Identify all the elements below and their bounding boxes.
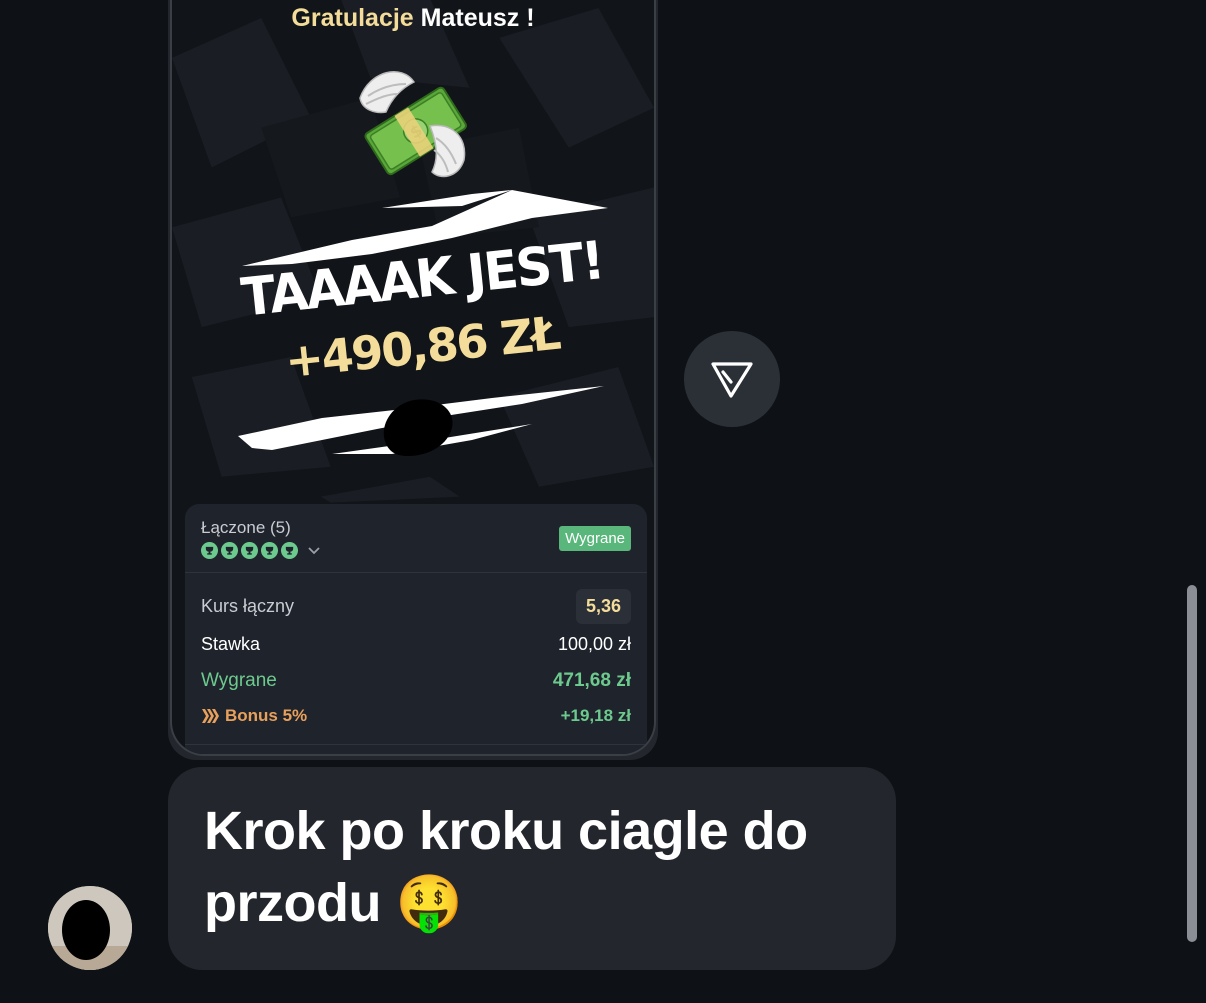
odds-label: Kurs łączny (201, 595, 295, 616)
greeting-name: Mateusz ! (420, 4, 535, 32)
bonus-value: +19,18 zł (560, 706, 631, 725)
bonus-row: Bonus 5% +19,18 zł (201, 706, 631, 726)
status-badge: Wygrane (559, 526, 631, 551)
bet-header: Łączone (5) (201, 518, 321, 559)
forward-button[interactable] (684, 331, 780, 427)
stake-row: Stawka 100,00 zł (201, 634, 631, 655)
divider (185, 572, 647, 573)
image-message-bubble[interactable]: Gratulacje Mateusz ! $ (168, 0, 658, 760)
trophy-icon (221, 542, 238, 559)
winnings-value: 471,68 zł (552, 670, 631, 691)
message-text: Krok po kroku ciagle do przodu 🤑 (204, 801, 808, 933)
odds-row: Kurs łączny 5,36 (201, 588, 631, 624)
trophy-icon (261, 542, 278, 559)
legs-indicator (201, 542, 321, 559)
greeting: Gratulacje Mateusz ! (172, 4, 654, 33)
odds-value: 5,36 (575, 588, 631, 624)
divider (185, 744, 647, 745)
stake-label: Stawka (201, 634, 261, 654)
money-with-wings-icon: $ (359, 71, 467, 178)
greeting-prefix: Gratulacje (291, 4, 414, 32)
trophy-icon (281, 542, 298, 559)
avatar-redacted (48, 886, 132, 970)
forward-share-icon (711, 362, 753, 398)
winnings-label: Wygrane (201, 670, 277, 691)
trophy-icon (201, 542, 218, 559)
bonus-chevrons-icon (202, 709, 219, 723)
text-message-bubble[interactable]: Krok po kroku ciagle do przodu 🤑 (168, 767, 896, 970)
winnings-row: Wygrane 471,68 zł (201, 670, 631, 692)
chevron-down-icon (308, 546, 320, 554)
avatar[interactable] (48, 886, 132, 970)
stake-value: 100,00 zł (557, 634, 631, 654)
bonus-label: Bonus 5% (225, 706, 308, 725)
trophy-icon (241, 542, 258, 559)
scrollbar[interactable] (1187, 585, 1197, 942)
bet-screenshot: Gratulacje Mateusz ! $ (170, 0, 656, 756)
redaction-blob (383, 399, 453, 456)
bet-slip-card: Łączone (5) Wygrane Kurs łączny 5,36 Sta… (185, 504, 647, 754)
bet-type: Łączone (5) (201, 518, 291, 537)
